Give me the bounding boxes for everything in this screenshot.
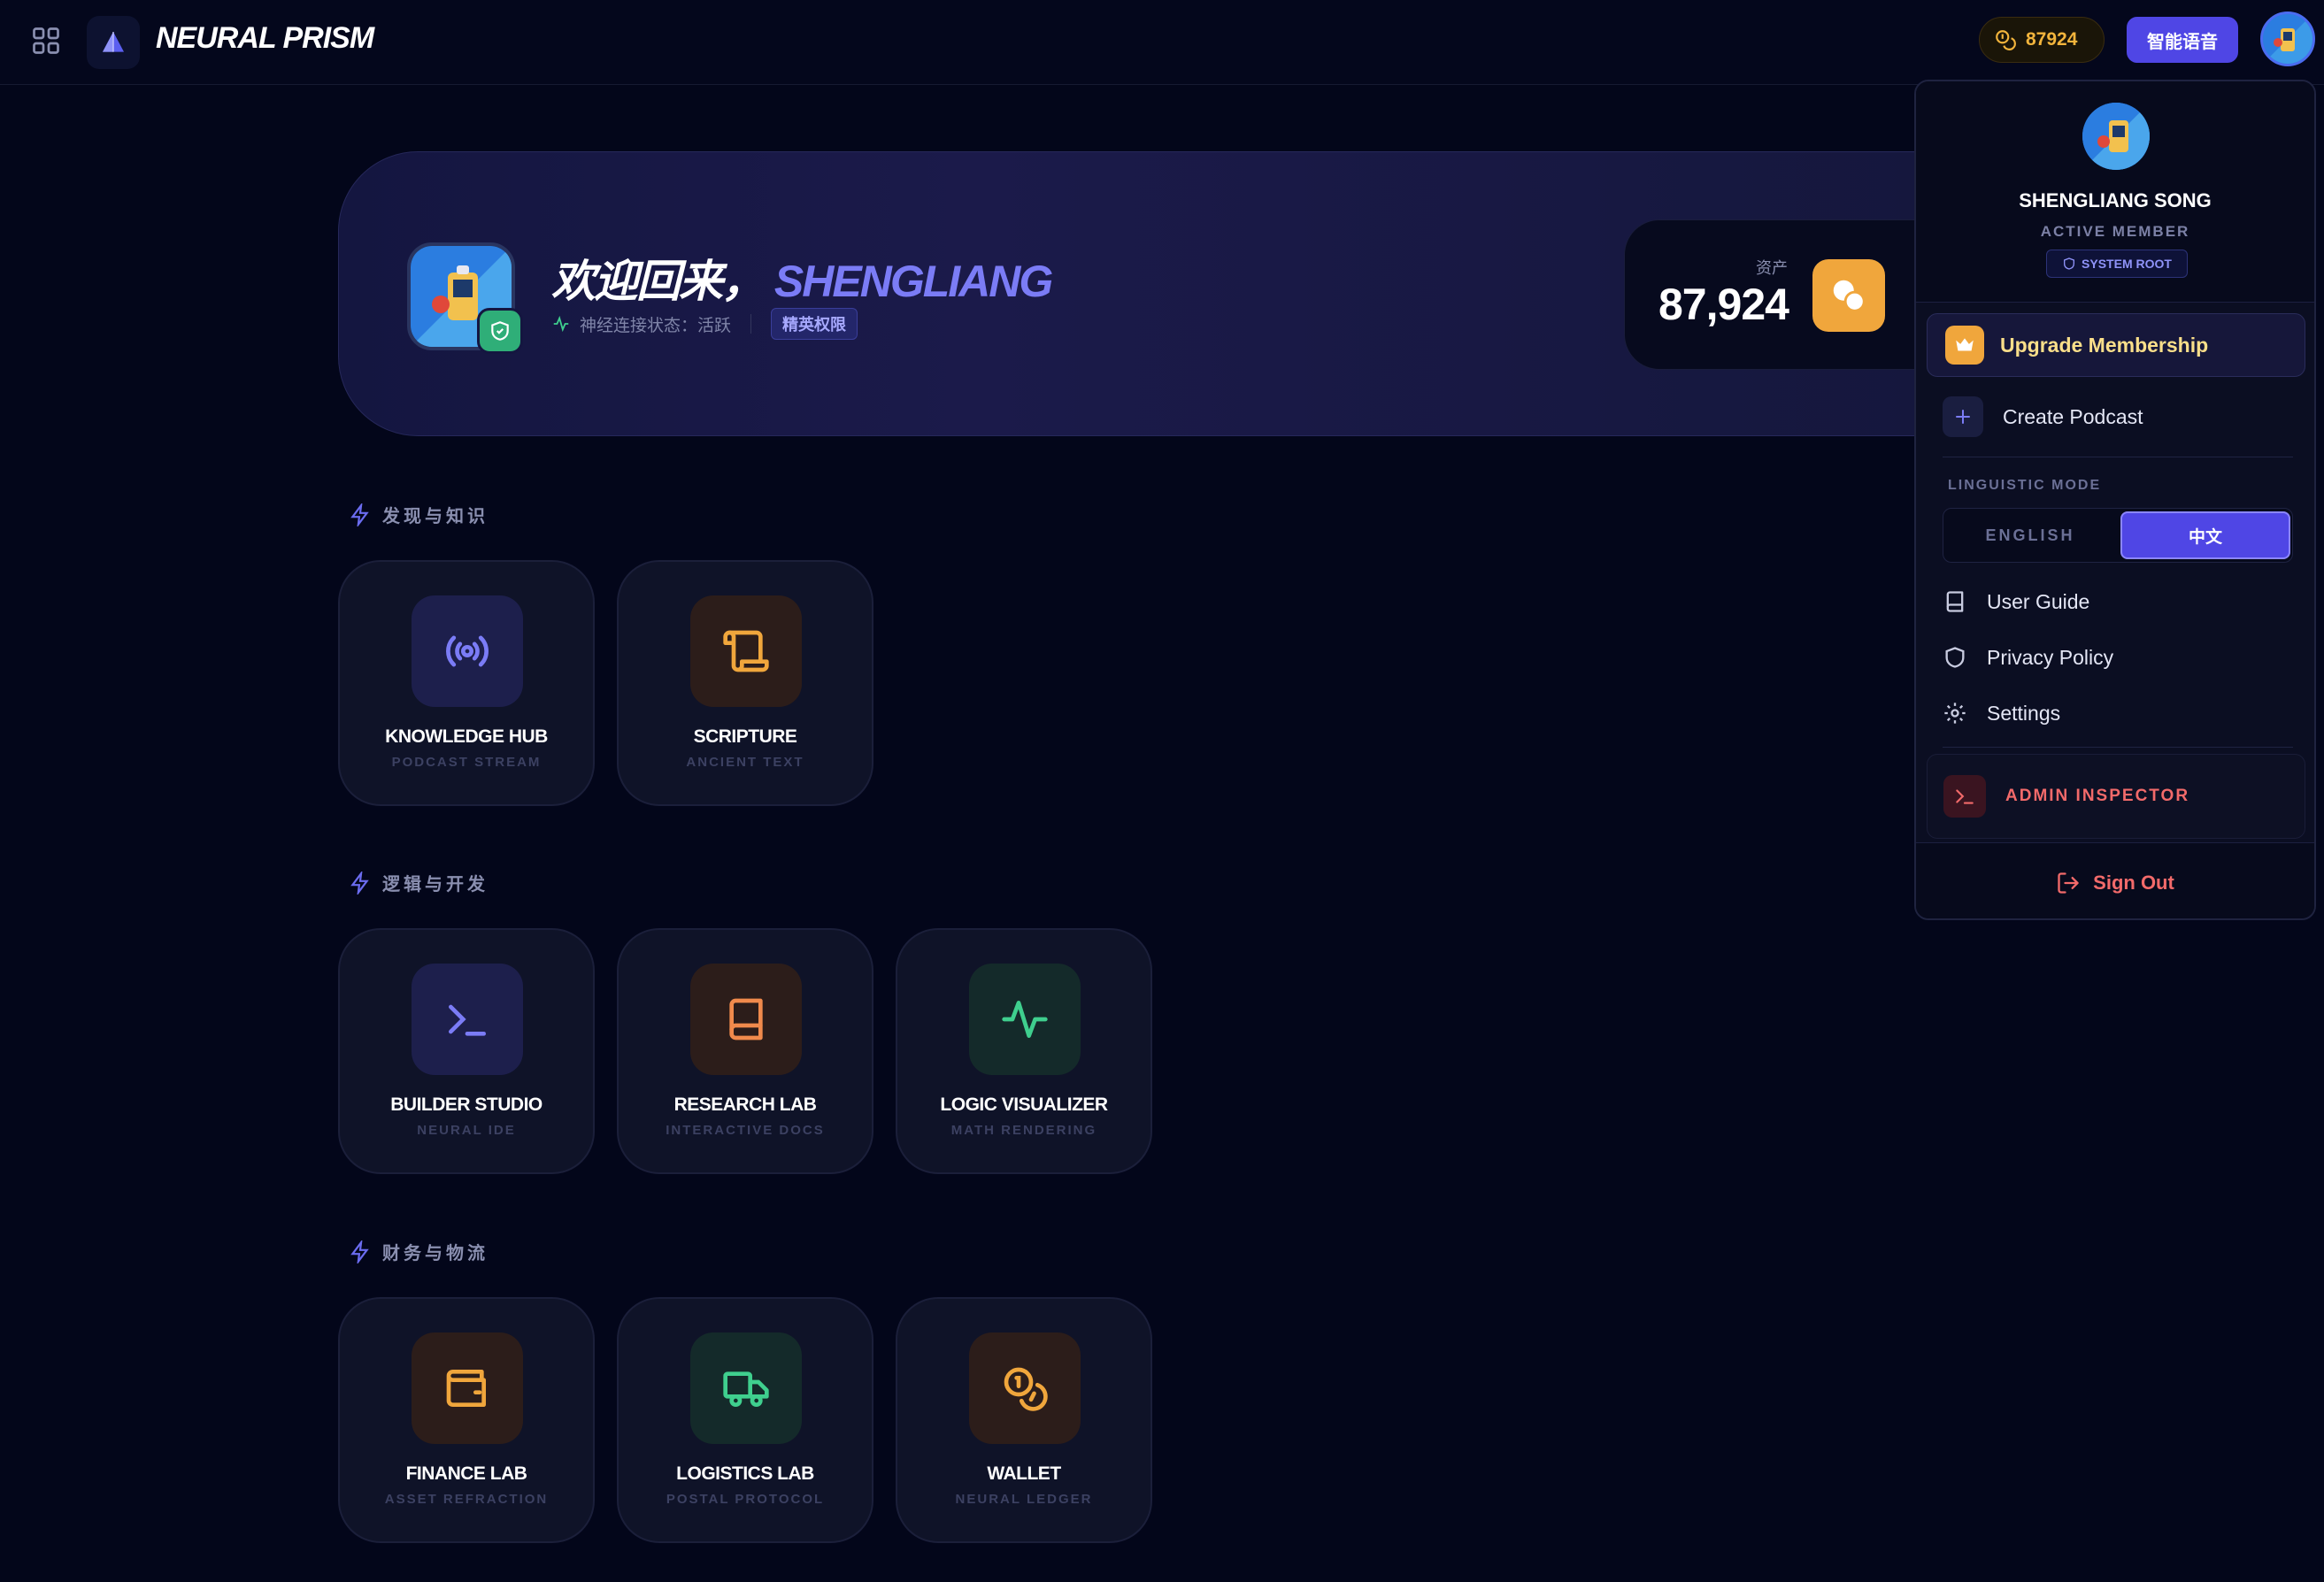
card-subtitle: MATH RENDERING [950,1123,1097,1138]
card-subtitle: ANCIENT TEXT [686,755,804,770]
user-menu-dropdown: SHENGLIANG SONG ACTIVE MEMBER SYSTEM ROO… [1914,80,2316,920]
coin-balance[interactable]: 87924 [1979,17,2105,63]
privacy-policy-link[interactable]: Privacy Policy [1943,645,2113,670]
gear-icon [1944,703,1966,724]
scroll-icon [690,595,802,707]
card-subtitle: INTERACTIVE DOCS [666,1123,825,1138]
card-subtitle: PODCAST STREAM [391,755,542,770]
language-chinese-option[interactable]: 中文 [2120,511,2290,559]
welcome-hero: 欢迎回来， SHENGLIANG 神经连接状态：活跃 精英权限 资产 87,92… [338,151,1923,436]
terminal-icon [1943,775,1986,818]
book-icon [1946,591,1964,612]
card-subtitle: NEURAL LEDGER [955,1492,1093,1507]
divider [1943,747,2293,748]
sign-out-button[interactable]: Sign Out [1916,842,2314,918]
crown-icon [1945,326,1984,365]
card-subtitle: NEURAL IDE [417,1123,516,1138]
apps-grid-icon[interactable] [30,25,62,57]
asset-label: 资产 [1756,259,1788,277]
section-title-logic: 逻辑与开发 [349,870,489,895]
section-title-finance: 财务与物流 [349,1239,489,1264]
top-bar: NEURAL PRISM 87924 智能语音 [0,0,2324,85]
welcome-text: 欢迎回来， [551,257,766,306]
lightning-icon [350,503,369,526]
language-english-option[interactable]: ENGLISH [1943,509,2117,562]
app-card-logic-visualizer[interactable]: LOGIC VISUALIZER MATH RENDERING [896,928,1152,1174]
lightning-icon [350,1240,369,1263]
card-title: BUILDER STUDIO [390,1094,543,1115]
card-title: LOGIC VISUALIZER [940,1094,1108,1115]
divider [750,314,752,334]
smart-voice-button[interactable]: 智能语音 [2127,17,2238,63]
wallet-icon [412,1332,523,1444]
activity-icon [969,964,1081,1075]
card-subtitle: POSTAL PROTOCOL [666,1492,825,1507]
truck-icon [690,1332,802,1444]
app-card-logistics-lab[interactable]: LOGISTICS LAB POSTAL PROTOCOL [617,1297,873,1543]
book-icon [690,964,802,1075]
asset-card[interactable]: 资产 87,924 [1624,219,1923,370]
app-card-knowledge-hub[interactable]: KNOWLEDGE HUB PODCAST STREAM [338,560,595,806]
plus-icon [1943,396,1983,437]
card-title: KNOWLEDGE HUB [385,726,548,747]
terminal-icon [412,964,523,1075]
card-title: SCRIPTURE [693,726,797,747]
app-card-builder-studio[interactable]: BUILDER STUDIO NEURAL IDE [338,928,595,1174]
shield-icon [2064,257,2075,270]
status-text: 神经连接状态：活跃 [580,316,732,335]
user-menu-header: SHENGLIANG SONG ACTIVE MEMBER SYSTEM ROO… [1916,81,2314,303]
app-title[interactable]: NEURAL PRISM [156,21,374,56]
section-title-discovery: 发现与知识 [349,502,489,527]
user-avatar[interactable] [2260,12,2315,66]
pulse-icon [553,315,569,333]
section-title-text: 财务与物流 [382,1244,489,1263]
shield-icon [1945,647,1965,668]
language-toggle: ENGLISH 中文 [1943,508,2293,563]
lightning-icon [350,871,369,895]
settings-link[interactable]: Settings [1943,701,2060,726]
user-guide-label: User Guide [1987,589,2090,613]
privacy-policy-label: Privacy Policy [1987,645,2114,669]
coins-icon [969,1332,1081,1444]
system-root-badge: SYSTEM ROOT [2046,250,2188,278]
card-title: RESEARCH LAB [673,1094,817,1115]
broadcast-icon [412,595,523,707]
user-guide-link[interactable]: User Guide [1943,589,2089,614]
card-title: FINANCE LAB [405,1463,527,1484]
settings-label: Settings [1987,701,2061,725]
section-title-text: 发现与知识 [382,507,489,526]
welcome-heading: 欢迎回来， SHENGLIANG [551,246,1053,310]
card-title: LOGISTICS LAB [676,1463,814,1484]
coins-icon [1996,30,2016,50]
tier-badge: 精英权限 [771,308,858,340]
admin-inspector-label: ADMIN INSPECTOR [2005,787,2190,805]
app-card-scripture[interactable]: SCRIPTURE ANCIENT TEXT [617,560,873,806]
menu-user-role: ACTIVE MEMBER [2040,223,2190,240]
app-card-wallet[interactable]: WALLET NEURAL LEDGER [896,1297,1152,1543]
create-podcast-button[interactable]: Create Podcast [1943,396,2143,437]
menu-user-name: SHENGLIANG SONG [2019,189,2212,211]
app-card-research-lab[interactable]: RESEARCH LAB INTERACTIVE DOCS [617,928,873,1174]
upgrade-membership-button[interactable]: Upgrade Membership [1927,313,2305,377]
card-subtitle: ASSET REFRACTION [384,1492,549,1507]
coin-count: 87924 [2026,29,2078,50]
linguistic-mode-label: LINGUISTIC MODE [1948,478,2102,493]
welcome-user-name: SHENGLIANG [773,257,1053,306]
upgrade-label: Upgrade Membership [2000,333,2209,357]
section-title-text: 逻辑与开发 [382,875,489,895]
asset-value: 87,924 [1658,280,1789,329]
card-title: WALLET [987,1463,1061,1484]
app-card-finance-lab[interactable]: FINANCE LAB ASSET REFRACTION [338,1297,595,1543]
coins-icon [1812,259,1885,332]
connection-status: 神经连接状态：活跃 精英权限 [551,308,858,340]
sign-out-label: Sign Out [2093,871,2174,894]
root-badge-text: SYSTEM ROOT [2082,257,2172,271]
admin-inspector-button[interactable]: ADMIN INSPECTOR [1927,754,2305,839]
verified-shield-icon [477,308,523,354]
sign-out-icon [2058,872,2079,894]
create-podcast-label: Create Podcast [2003,404,2143,428]
prism-logo-icon[interactable] [87,16,140,69]
menu-avatar [2082,103,2150,170]
